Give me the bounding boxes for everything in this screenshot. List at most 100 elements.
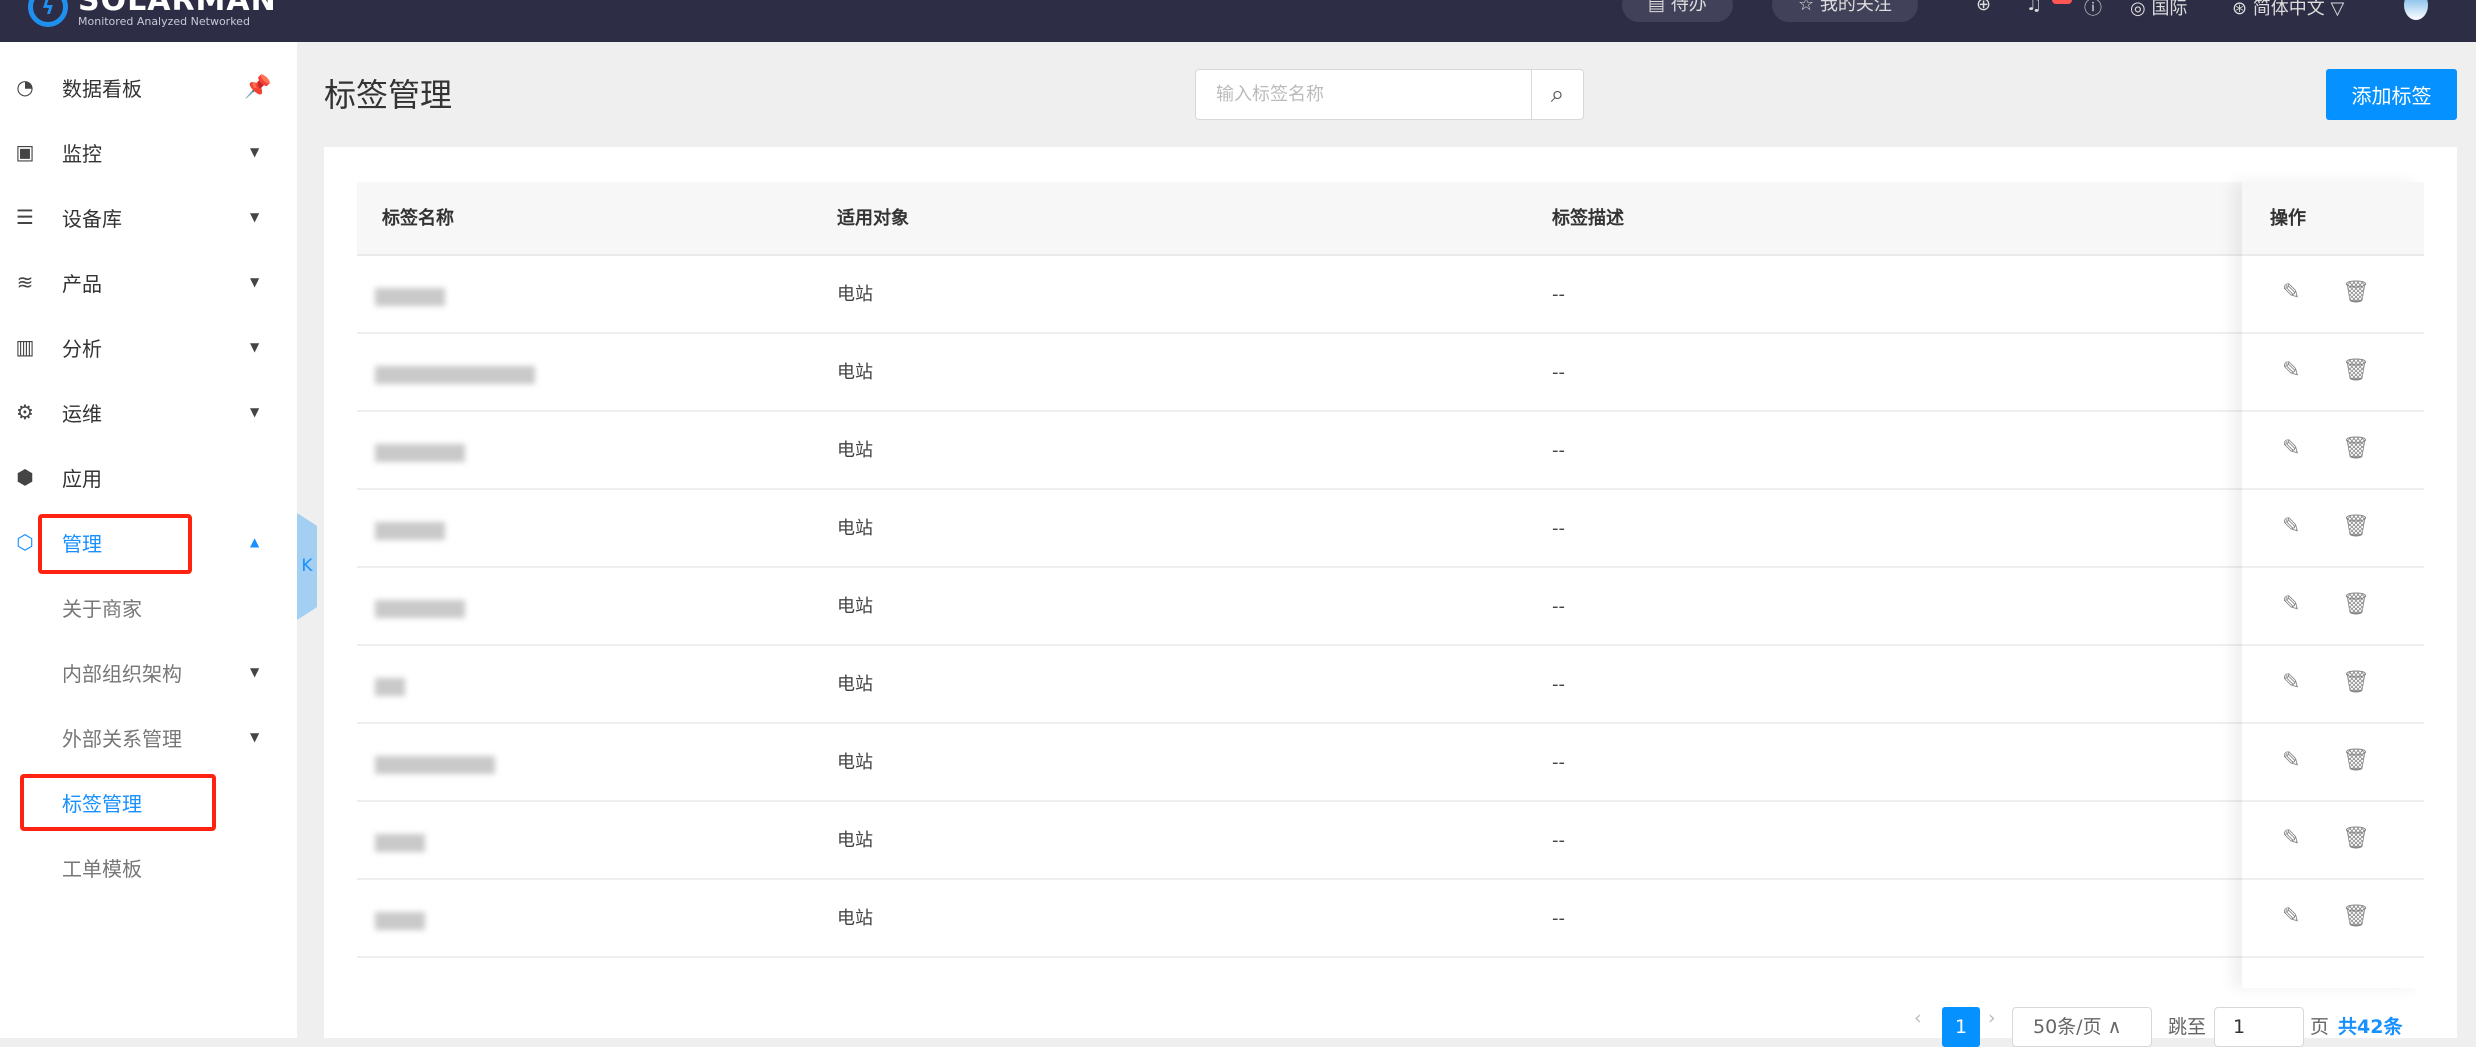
collapse-sidebar-button[interactable]: K — [297, 513, 317, 620]
trash-icon[interactable]: 🗑 — [2342, 514, 2370, 539]
sidebar-subitem-external[interactable]: 外部关系管理 ▼ — [0, 717, 297, 757]
gear-icon: ⚙ — [16, 400, 34, 424]
sidebar-item-analysis[interactable]: ▥ 分析 ▼ — [0, 327, 297, 367]
trash-icon[interactable]: 🗑 — [2342, 748, 2370, 773]
favorites-label: 我的关注 — [1819, 0, 1892, 15]
table-row-actions: ✎ 🗑 — [2242, 256, 2424, 334]
sidebar-subitem-template[interactable]: 工单模板 — [0, 847, 297, 887]
bell-icon[interactable]: ♫ — [2026, 0, 2042, 15]
sidebar-item-apps[interactable]: ⬢ 应用 — [0, 457, 297, 497]
chevron-down-icon: ▼ — [250, 210, 260, 224]
page-title: 标签管理 — [324, 76, 453, 114]
add-tag-button[interactable]: 添加标签 — [2326, 69, 2457, 120]
trash-icon[interactable]: 🗑 — [2342, 670, 2370, 695]
chevron-down-icon: ▼ — [250, 665, 260, 679]
logo-text: SOLARMAN — [78, 0, 277, 18]
redacted-tag-name — [375, 756, 495, 774]
chevron-down-icon: ▼ — [250, 340, 260, 354]
logo-tagline: Monitored Analyzed Networked — [78, 15, 250, 28]
cell-target: 电站 — [837, 440, 873, 461]
redacted-tag-name — [375, 678, 405, 696]
table-row-actions: ✎ 🗑 — [2242, 724, 2424, 802]
tags-table: 标签名称 适用对象 标签描述 电站 -- 电站 -- 电站 -- 电站 -- 电… — [357, 182, 2424, 958]
edit-icon[interactable]: ✎ — [2282, 436, 2300, 461]
sidebar-item-monitor[interactable]: ▣ 监控 ▼ — [0, 132, 297, 172]
cell-target: 电站 — [837, 518, 873, 539]
highlight-box — [38, 514, 192, 574]
total-count: 共42条 — [2338, 1016, 2403, 1038]
sidebar-item-product[interactable]: ≋ 产品 ▼ — [0, 262, 297, 302]
trash-icon[interactable]: 🗑 — [2342, 358, 2370, 383]
search-icon[interactable]: ⌕ — [1531, 70, 1583, 119]
trash-icon[interactable]: 🗑 — [2342, 826, 2370, 851]
sidebar-item-ops[interactable]: ⚙ 运维 ▼ — [0, 392, 297, 432]
notification-badge — [2052, 0, 2072, 4]
help-icon[interactable]: ⓘ — [2084, 0, 2102, 20]
sidebar-subitem-org[interactable]: 内部组织架构 ▼ — [0, 652, 297, 692]
actions-column: 操作 ✎ 🗑 ✎ 🗑 ✎ 🗑 ✎ 🗑 ✎ 🗑 ✎ 🗑 ✎ 🗑 ✎ 🗑 ✎ 🗑 — [2242, 182, 2424, 988]
goto-page-input[interactable]: 1 — [2214, 1007, 2304, 1047]
edit-icon[interactable]: ✎ — [2282, 358, 2300, 383]
edit-icon[interactable]: ✎ — [2282, 592, 2300, 617]
trash-icon[interactable]: 🗑 — [2342, 592, 2370, 617]
table-row: 电站 -- — [357, 880, 2424, 958]
table-row-actions: ✎ 🗑 — [2242, 334, 2424, 412]
avatar[interactable] — [2404, 0, 2428, 20]
sidebar-item-label: 产品 — [62, 271, 102, 296]
trash-icon[interactable]: 🗑 — [2342, 904, 2370, 929]
trash-icon[interactable]: 🗑 — [2342, 280, 2370, 305]
sidebar-item-dashboard[interactable]: ◔ 数据看板 📌 — [0, 67, 297, 107]
redacted-tag-name — [375, 366, 535, 384]
todo-icon: ▤ — [1648, 0, 1671, 15]
page-1-button[interactable]: 1 — [1942, 1007, 1980, 1047]
chevron-up-icon: ∧ — [2107, 1016, 2122, 1038]
logo[interactable]: ϟ SOLARMAN Monitored Analyzed Networked — [28, 0, 277, 28]
cell-description: -- — [1552, 674, 1565, 695]
region-label: 国际 — [2151, 0, 2188, 19]
edit-icon[interactable]: ✎ — [2282, 826, 2300, 851]
cell-description: -- — [1552, 752, 1565, 773]
edit-icon[interactable]: ✎ — [2282, 280, 2300, 305]
next-page-button[interactable]: › — [1988, 1007, 1996, 1047]
sidebar-item-label: 工单模板 — [62, 856, 142, 881]
layers-icon: ≋ — [16, 270, 34, 294]
column-header-actions: 操作 — [2270, 208, 2306, 229]
sidebar-item-label: 监控 — [62, 141, 102, 166]
redacted-tag-name — [375, 834, 425, 852]
table-row: 电站 -- — [357, 724, 2424, 802]
chevron-down-icon: ▼ — [250, 730, 260, 744]
add-icon[interactable]: ⊕ — [1976, 0, 1991, 15]
edit-icon[interactable]: ✎ — [2282, 514, 2300, 539]
table-row-actions: ✎ 🗑 — [2242, 646, 2424, 724]
table-row: 电站 -- — [357, 568, 2424, 646]
sidebar-item-label: 应用 — [62, 466, 102, 491]
sidebar-item-device[interactable]: ☰ 设备库 ▼ — [0, 197, 297, 237]
edit-icon[interactable]: ✎ — [2282, 904, 2300, 929]
page-size-select[interactable]: 50条/页 ∧ — [2012, 1007, 2152, 1047]
cell-target: 电站 — [837, 752, 873, 773]
favorites-button[interactable]: ☆ 我的关注 — [1772, 0, 1918, 22]
prev-page-button[interactable]: ‹ — [1914, 1007, 1922, 1047]
table-row: 电站 -- — [357, 802, 2424, 880]
cell-description: -- — [1552, 362, 1565, 383]
language-label: 简体中文 — [2252, 0, 2325, 19]
sidebar-subitem-merchant[interactable]: 关于商家 — [0, 587, 297, 627]
cell-target: 电站 — [837, 596, 873, 617]
region-icon: ◎ — [2130, 0, 2152, 19]
language-selector[interactable]: ⊛ 简体中文 ▽ — [2232, 0, 2344, 20]
region-selector[interactable]: ◎ 国际 — [2130, 0, 2187, 20]
chart-icon: ▥ — [15, 335, 35, 359]
cell-target: 电站 — [837, 284, 873, 305]
table-row: 电站 -- — [357, 256, 2424, 334]
search-input[interactable] — [1196, 70, 1532, 119]
dashboard-icon: ◔ — [16, 75, 34, 99]
table-row-actions: ✎ 🗑 — [2242, 490, 2424, 568]
edit-icon[interactable]: ✎ — [2282, 748, 2300, 773]
table-header: 操作 — [2242, 182, 2424, 256]
table-header: 标签名称 适用对象 标签描述 — [357, 182, 2424, 256]
todo-button[interactable]: ▤ 待办 — [1622, 0, 1733, 22]
pin-icon[interactable]: 📌 — [244, 75, 271, 100]
edit-icon[interactable]: ✎ — [2282, 670, 2300, 695]
table-row: 电站 -- — [357, 412, 2424, 490]
trash-icon[interactable]: 🗑 — [2342, 436, 2370, 461]
